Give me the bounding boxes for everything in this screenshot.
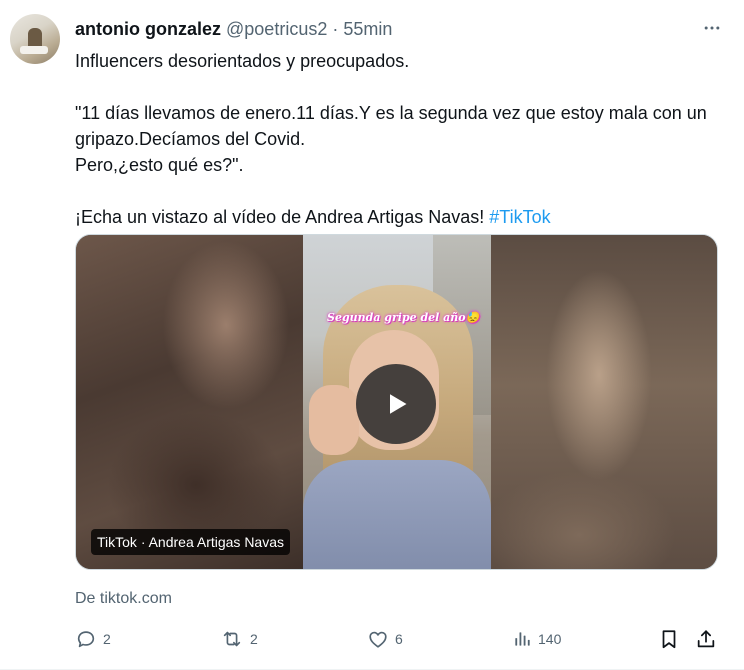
tweet[interactable]: antonio gonzalez @poetricus2 · 55min Inf…: [0, 0, 744, 670]
views-count: 140: [538, 631, 562, 647]
tweet-header: antonio gonzalez @poetricus2 · 55min: [75, 18, 392, 40]
share-button[interactable]: [695, 626, 717, 652]
header-separator: ·: [332, 19, 339, 39]
tweet-text-cta: ¡Echa un vistazo al vídeo de Andrea Arti…: [75, 207, 485, 227]
retweet-count: 2: [250, 631, 258, 647]
reply-count: 2: [103, 631, 111, 647]
retweet-button[interactable]: 2: [220, 626, 258, 652]
tweet-text-line: Influencers desorientados y preocupados.: [75, 51, 410, 71]
retweet-icon: [223, 631, 241, 647]
play-icon: [390, 394, 407, 414]
card-source[interactable]: De tiktok.com: [75, 590, 172, 608]
more-button[interactable]: [700, 16, 724, 40]
bookmark-icon: [662, 630, 676, 649]
views-icon: [515, 632, 530, 646]
avatar[interactable]: [10, 14, 60, 64]
author-handle[interactable]: @poetricus2: [226, 19, 327, 39]
tweet-text-line: ¡Echa un vistazo al vídeo de Andrea Arti…: [75, 204, 725, 230]
media-blur-right: [489, 235, 717, 569]
more-icon: [704, 26, 720, 30]
avatar-bench: [20, 46, 48, 54]
tweet-text: Influencers desorientados y preocupados.…: [75, 48, 725, 230]
bookmark-button[interactable]: [658, 626, 680, 652]
media-blur-left: [76, 235, 304, 569]
tweet-text-line: gripazo.Decíamos del Covid.: [75, 129, 306, 149]
share-icon: [697, 630, 715, 648]
play-button[interactable]: [356, 364, 436, 444]
like-count: 6: [395, 631, 403, 647]
reply-icon: [77, 631, 95, 648]
views-button[interactable]: 140: [512, 626, 561, 652]
action-bar: 2 2 6 140: [75, 626, 725, 652]
tweet-time[interactable]: 55min: [343, 19, 392, 39]
tweet-text-line: Pero,¿esto qué es?".: [75, 155, 244, 175]
like-button[interactable]: 6: [367, 626, 403, 652]
reply-button[interactable]: 2: [75, 626, 111, 652]
video-caption: Segunda gripe del año😓: [327, 311, 480, 324]
author-name[interactable]: antonio gonzalez: [75, 19, 221, 39]
media-source-chip: TikTok · Andrea Artigas Navas: [91, 529, 291, 555]
media-card[interactable]: Segunda gripe del año😓 TikTok · Andrea A…: [75, 234, 718, 570]
tweet-text-line: "11 días llevamos de enero.11 días.Y es …: [75, 103, 707, 123]
hashtag-link[interactable]: #TikTok: [489, 207, 550, 227]
like-icon: [369, 631, 387, 648]
